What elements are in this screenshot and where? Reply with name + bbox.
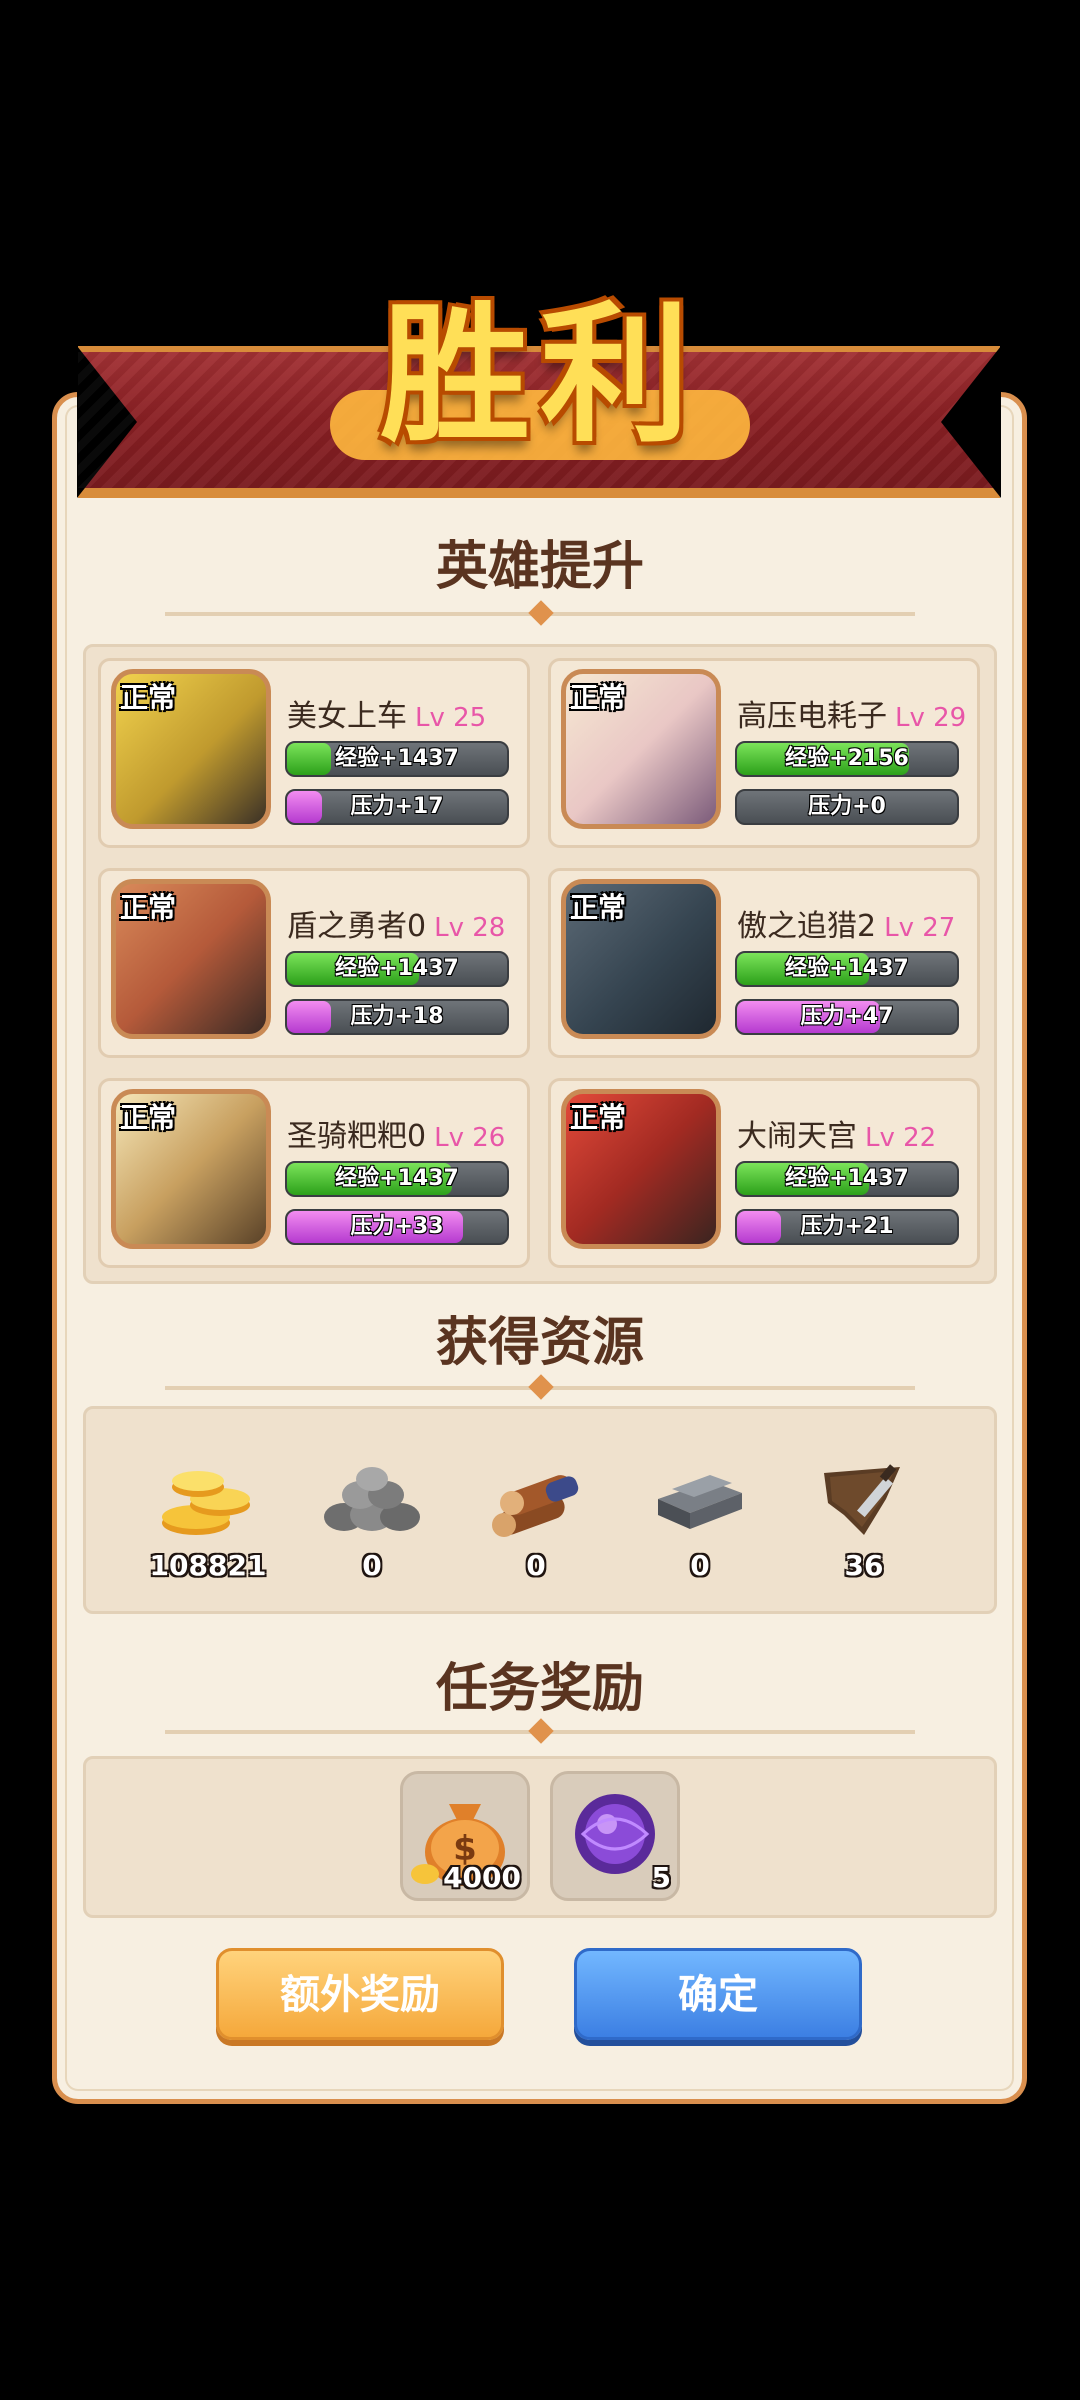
pressure-bar: 压力+18 (285, 999, 509, 1035)
hero-name: 盾之勇者0 (287, 909, 427, 944)
confirm-button[interactable]: 确定 (574, 1948, 862, 2040)
hero-level: Lv 26 (434, 1123, 506, 1153)
hero-card[interactable]: 正常 大闹天宫 Lv 22 经验+1437 压力+21 (548, 1078, 980, 1268)
hero-name: 美女上车 (287, 699, 407, 734)
task-reward-count: 4000 (443, 1861, 521, 1894)
task-reward-item[interactable]: 5 (550, 1771, 680, 1901)
hero-portrait: 正常 (561, 879, 721, 1039)
section-title-tasks: 任务奖励 (435, 1659, 644, 1719)
hero-portrait: 正常 (111, 1089, 271, 1249)
iron-ingot-icon (650, 1459, 750, 1539)
extra-reward-button[interactable]: 额外奖励 (216, 1948, 504, 2040)
pressure-text: 压力+18 (350, 1004, 444, 1029)
hero-portrait: 正常 (561, 669, 721, 829)
exp-bar: 经验+1437 (735, 1161, 959, 1197)
gold-coins-icon (158, 1459, 258, 1539)
exp-text: 经验+1437 (335, 1166, 459, 1191)
pressure-bar: 压力+33 (285, 1209, 509, 1245)
resource-item: 0 (640, 1459, 760, 1582)
hero-card[interactable]: 正常 圣骑粑粑0 Lv 26 经验+1437 压力+33 (98, 1078, 530, 1268)
victory-title: 胜利 (379, 287, 700, 463)
hero-level: Lv 22 (865, 1123, 937, 1153)
hero-status-badge: 正常 (570, 1101, 627, 1134)
hero-card[interactable]: 正常 盾之勇者0 Lv 28 经验+1437 压力+18 (98, 868, 530, 1058)
task-reward-item[interactable]: $ 4000 (400, 1771, 530, 1901)
hero-card[interactable]: 正常 高压电耗子 Lv 29 经验+2156 压力+0 (548, 658, 980, 848)
resource-value: 0 (362, 1549, 382, 1582)
pressure-text: 压力+17 (350, 794, 444, 819)
resource-list: 108821 0 0 0 36 (83, 1406, 997, 1614)
resource-item: 36 (804, 1459, 924, 1582)
exp-text: 经验+2156 (785, 746, 909, 771)
resource-value: 0 (526, 1549, 546, 1582)
pressure-bar: 压力+17 (285, 789, 509, 825)
exp-bar: 经验+2156 (735, 741, 959, 777)
hero-status-badge: 正常 (120, 1101, 177, 1134)
exp-bar: 经验+1437 (735, 951, 959, 987)
task-reward-list: $ 4000 5 (83, 1756, 997, 1918)
hero-status-badge: 正常 (570, 681, 627, 714)
hero-level: Lv 29 (895, 703, 967, 733)
hero-level: Lv 27 (884, 913, 956, 943)
resource-value: 108821 (149, 1549, 267, 1582)
task-reward-count: 5 (651, 1861, 671, 1894)
hero-portrait: 正常 (111, 669, 271, 829)
exp-text: 经验+1437 (785, 956, 909, 981)
resource-item: 108821 (148, 1459, 268, 1582)
leather-knife-icon (814, 1459, 914, 1539)
resource-value: 36 (844, 1549, 884, 1582)
hero-portrait: 正常 (111, 879, 271, 1039)
section-title-resources: 获得资源 (435, 1313, 644, 1373)
pressure-bar: 压力+21 (735, 1209, 959, 1245)
stone-pile-icon (322, 1459, 422, 1539)
pressure-bar: 压力+47 (735, 999, 959, 1035)
hero-name: 高压电耗子 (737, 699, 887, 734)
hero-card[interactable]: 正常 傲之追猎2 Lv 27 经验+1437 压力+47 (548, 868, 980, 1058)
pressure-text: 压力+21 (800, 1214, 894, 1239)
hero-level: Lv 28 (434, 913, 506, 943)
hero-status-badge: 正常 (570, 891, 627, 924)
hero-portrait: 正常 (561, 1089, 721, 1249)
resource-item: 0 (312, 1459, 432, 1582)
wood-logs-icon (486, 1459, 586, 1539)
pressure-bar: 压力+0 (735, 789, 959, 825)
hero-level: Lv 25 (415, 703, 487, 733)
exp-bar: 经验+1437 (285, 741, 509, 777)
resource-value: 0 (690, 1549, 710, 1582)
exp-bar: 经验+1437 (285, 951, 509, 987)
hero-name: 大闹天宫 (737, 1119, 857, 1154)
hero-name: 傲之追猎2 (737, 909, 877, 944)
exp-bar: 经验+1437 (285, 1161, 509, 1197)
resource-item: 0 (476, 1459, 596, 1582)
pressure-text: 压力+33 (350, 1214, 444, 1239)
pressure-text: 压力+47 (800, 1004, 894, 1029)
hero-status-badge: 正常 (120, 891, 177, 924)
pressure-text: 压力+0 (808, 794, 886, 819)
hero-card[interactable]: 正常 美女上车 Lv 25 经验+1437 压力+17 (98, 658, 530, 848)
hero-status-badge: 正常 (120, 681, 177, 714)
hero-name: 圣骑粑粑0 (287, 1119, 427, 1154)
section-title-hero: 英雄提升 (435, 537, 644, 597)
exp-text: 经验+1437 (335, 956, 459, 981)
exp-text: 经验+1437 (785, 1166, 909, 1191)
exp-text: 经验+1437 (335, 746, 459, 771)
